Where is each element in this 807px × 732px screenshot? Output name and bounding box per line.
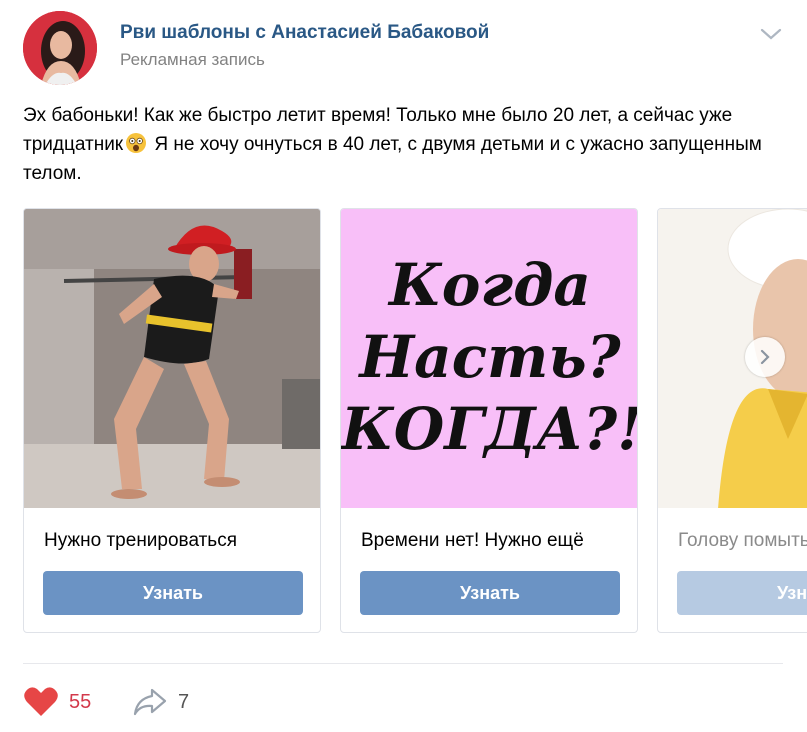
like-button[interactable]: 55 xyxy=(23,686,91,718)
carousel-card-towel[interactable]: Голову помыть Узнать xyxy=(657,208,807,633)
share-arrow-icon xyxy=(133,688,167,716)
chevron-right-icon xyxy=(760,349,770,365)
likes-count: 55 xyxy=(69,690,92,713)
astonished-face-icon xyxy=(125,132,147,154)
card-title: Голову помыть xyxy=(678,530,807,551)
learn-more-button[interactable]: Узнать xyxy=(677,571,807,615)
ad-carousel: Нужно тренироваться Узнать Когда Насть? … xyxy=(0,208,807,636)
author-name-link[interactable]: Рви шаблоны с Анастасией Бабаковой xyxy=(120,22,489,44)
divider xyxy=(23,663,783,664)
card-title: Времени нет! Нужно ещё xyxy=(361,530,584,551)
author-avatar[interactable] xyxy=(23,11,97,85)
card-image-poster[interactable]: Когда Насть? КОГДА?! xyxy=(341,209,638,508)
card-title: Нужно тренироваться xyxy=(44,530,237,551)
learn-more-button[interactable]: Узнать xyxy=(43,571,303,615)
carousel-next-button[interactable] xyxy=(745,337,785,377)
card-image-workout[interactable] xyxy=(24,209,320,508)
chevron-down-icon[interactable] xyxy=(760,27,782,41)
poster-line-1: Когда xyxy=(389,251,591,319)
poster-line-3: КОГДА?! xyxy=(341,395,638,463)
share-button[interactable]: 7 xyxy=(132,686,189,718)
avatar-photo xyxy=(23,11,97,85)
poster-line-2: Насть? xyxy=(359,323,621,391)
carousel-card-workout[interactable]: Нужно тренироваться Узнать xyxy=(23,208,321,633)
post-text: Эх бабоньки! Как же быстро летит время! … xyxy=(23,101,783,188)
heart-icon xyxy=(24,687,58,716)
learn-more-button[interactable]: Узнать xyxy=(360,571,620,615)
post-meta-label: Рекламная запись xyxy=(120,50,265,69)
shares-count: 7 xyxy=(178,690,190,713)
carousel-card-poster[interactable]: Когда Насть? КОГДА?! Времени нет! Нужно … xyxy=(340,208,638,633)
